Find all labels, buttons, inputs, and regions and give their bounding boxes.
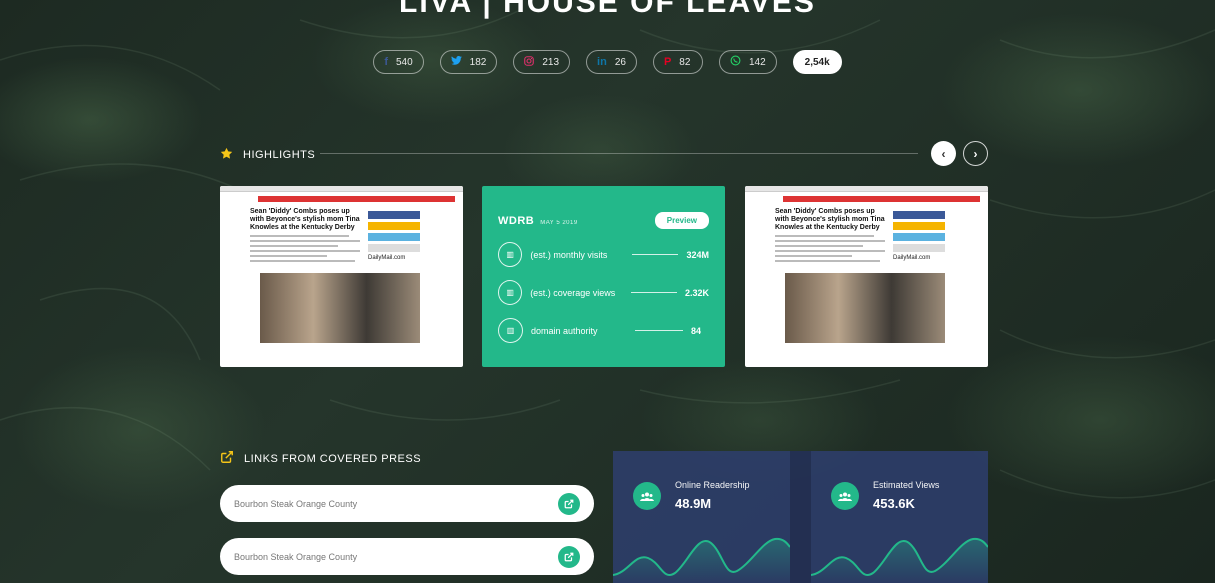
press-link-text: Bourbon Steak Orange County [234, 498, 358, 509]
open-link-button[interactable] [558, 545, 580, 568]
metric-value: 84 [691, 325, 702, 336]
outlet-name: WDRB MAY 5 2019 [498, 215, 578, 227]
external-link-icon [564, 499, 574, 508]
linkedin-icon: in [597, 56, 607, 68]
highlights-heading: HIGHLIGHTS [220, 147, 315, 163]
share-count: 213 [542, 56, 560, 68]
open-link-button[interactable] [558, 492, 580, 515]
share-pill-linkedin[interactable]: in 26 [586, 50, 637, 74]
twitter-icon [450, 55, 462, 68]
site-logo: DailyMail.com [893, 255, 931, 261]
browser-bar [220, 186, 463, 192]
highlight-card-article-2[interactable]: Sean 'Diddy' Combs poses up with Beyonce… [745, 186, 988, 367]
share-count: 26 [614, 56, 626, 68]
external-link-icon [564, 552, 574, 561]
metric-divider [635, 330, 683, 331]
links-title: LINKS FROM COVERED PRESS [244, 452, 422, 465]
stats-panel: Online Readership 48.9M Estimated Views … [613, 451, 988, 583]
chevron-right-icon: › [973, 146, 978, 161]
metric-row: ▥ domain authority 84 [498, 318, 709, 343]
metric-label: (est.) monthly visits [530, 249, 608, 260]
share-count: 82 [679, 56, 691, 68]
carousel-prev-button[interactable]: ‹ [931, 141, 956, 166]
users-icon [633, 482, 661, 510]
whatsapp-icon [730, 55, 741, 69]
press-link-item[interactable]: Bourbon Steak Orange County [220, 538, 594, 575]
stat-card-readership: Online Readership 48.9M [613, 451, 790, 583]
trend-wave [613, 537, 790, 583]
stat-value: 48.9M [675, 496, 712, 511]
facebook-icon: f [384, 56, 388, 68]
trend-wave [811, 537, 988, 583]
stat-divider [790, 451, 811, 583]
press-link-item[interactable]: Bourbon Steak Orange County [220, 485, 594, 522]
share-count: 182 [469, 56, 487, 68]
pinterest-icon: P [663, 56, 672, 68]
browser-bar [745, 186, 988, 192]
highlight-card-featured[interactable]: WDRB MAY 5 2019 Preview ▥ (est.) monthly … [482, 186, 725, 367]
users-icon [831, 482, 859, 510]
outlet-label: WDRB [498, 214, 535, 227]
article-headline: Sean 'Diddy' Combs poses up with Beyonce… [775, 208, 885, 232]
bar-chart-icon: ▥ [498, 280, 523, 305]
share-count: 540 [395, 56, 413, 68]
article-headline: Sean 'Diddy' Combs poses up with Beyonce… [250, 208, 360, 232]
share-pill-whatsapp[interactable]: 142 [718, 50, 777, 74]
metric-label: domain authority [531, 325, 598, 336]
site-logo: DailyMail.com [368, 255, 406, 261]
coverage-date: MAY 5 2019 [540, 219, 578, 226]
metric-value: 324M [686, 249, 709, 260]
article-photo [785, 273, 945, 343]
carousel-next-button[interactable]: › [963, 141, 988, 166]
share-pill-instagram[interactable]: 213 [513, 50, 571, 74]
highlights-title: HIGHLIGHTS [243, 149, 316, 161]
bar-chart-icon: ▥ [498, 242, 523, 267]
chevron-left-icon: ‹ [941, 146, 946, 161]
preview-button[interactable]: Preview [654, 212, 709, 229]
share-pill-twitter[interactable]: 182 [439, 50, 498, 74]
metric-divider [631, 254, 679, 255]
share-count: 142 [748, 56, 766, 68]
page-title: LIVA | HOUSE OF LEAVES [399, 0, 816, 19]
share-pill-facebook[interactable]: f 540 [373, 50, 424, 74]
metric-value: 2.32K [684, 287, 709, 298]
stat-label: Estimated Views [873, 480, 940, 490]
stat-label: Online Readership [675, 480, 750, 490]
share-total-badge: 2,54k [792, 50, 842, 74]
metric-row: ▥ (est.) coverage views 2.32K [498, 280, 709, 305]
stat-card-views: Estimated Views 453.6K [811, 451, 988, 583]
metric-label: (est.) coverage views [530, 287, 616, 298]
article-body-lines [775, 235, 885, 263]
share-pill-pinterest[interactable]: P 82 [652, 50, 703, 74]
instagram-icon [524, 55, 535, 69]
article-sidebar: DailyMail.com [368, 208, 420, 263]
article-body-lines [250, 235, 360, 263]
press-link-text: Bourbon Steak Orange County [234, 551, 358, 562]
bar-chart-icon: ▥ [498, 318, 523, 343]
stat-value: 453.6K [873, 496, 915, 511]
share-counts-row: f 540 182 213 in 26 P 82 142 2,54k [0, 50, 1215, 74]
article-sidebar: DailyMail.com [893, 208, 945, 263]
article-photo [260, 273, 420, 343]
external-link-icon [220, 450, 234, 467]
highlights-divider [320, 153, 918, 154]
metric-row: ▥ (est.) monthly visits 324M [498, 242, 709, 267]
links-heading: LINKS FROM COVERED PRESS [220, 450, 421, 467]
star-icon [220, 147, 233, 163]
highlight-card-article-1[interactable]: Sean 'Diddy' Combs poses up with Beyonce… [220, 186, 463, 367]
metric-divider [630, 292, 677, 293]
